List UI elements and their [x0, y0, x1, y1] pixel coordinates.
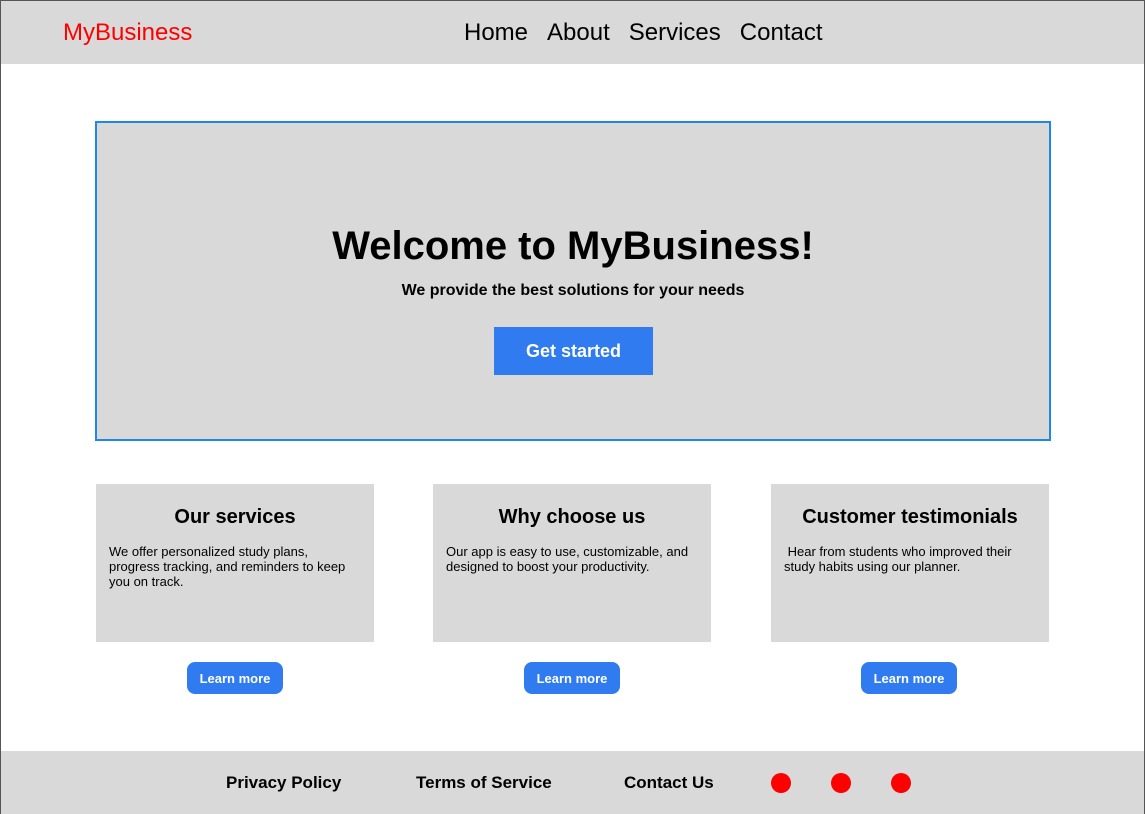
card-text: We offer personalized study plans, progr…	[109, 544, 349, 589]
learn-more-why-button[interactable]: Learn more	[524, 662, 620, 694]
learn-more-services-button[interactable]: Learn more	[187, 662, 283, 694]
nav-home-link[interactable]: Home	[464, 19, 528, 47]
card-text: Hear from students who improved their st…	[784, 544, 1016, 574]
card-our-services: Our services We offer personalized study…	[96, 484, 374, 642]
card-title: Why choose us	[498, 506, 646, 528]
hero-subtitle: We provide the best solutions for your n…	[401, 282, 745, 299]
site-header: MyBusiness Home About Services Contact	[1, 1, 1144, 64]
logo[interactable]: MyBusiness	[63, 19, 192, 47]
hero-section: Welcome to MyBusiness! We provide the be…	[95, 121, 1051, 441]
contact-us-link[interactable]: Contact Us	[624, 773, 714, 793]
nav-services-link[interactable]: Services	[629, 19, 721, 47]
card-title: Customer testimonials	[802, 506, 1018, 528]
social-2-icon[interactable]	[831, 773, 851, 793]
card-customer-testimonials: Customer testimonials Hear from students…	[771, 484, 1049, 642]
get-started-button[interactable]: Get started	[494, 327, 653, 375]
page-frame: MyBusiness Home About Services Contact W…	[0, 0, 1145, 814]
terms-of-service-link[interactable]: Terms of Service	[416, 773, 552, 793]
privacy-policy-link[interactable]: Privacy Policy	[226, 773, 341, 793]
card-title: Our services	[174, 506, 296, 528]
site-footer: Privacy Policy Terms of Service Contact …	[1, 751, 1144, 814]
hero-title: Welcome to MyBusiness!	[332, 224, 814, 268]
social-3-icon[interactable]	[891, 773, 911, 793]
card-why-choose-us: Why choose us Our app is easy to use, cu…	[433, 484, 711, 642]
learn-more-testimonials-button[interactable]: Learn more	[861, 662, 957, 694]
card-text: Our app is easy to use, customizable, an…	[446, 544, 692, 574]
nav-about-link[interactable]: About	[547, 19, 610, 47]
social-1-icon[interactable]	[771, 773, 791, 793]
nav-contact-link[interactable]: Contact	[740, 19, 823, 47]
main-nav: Home About Services Contact	[464, 19, 823, 47]
